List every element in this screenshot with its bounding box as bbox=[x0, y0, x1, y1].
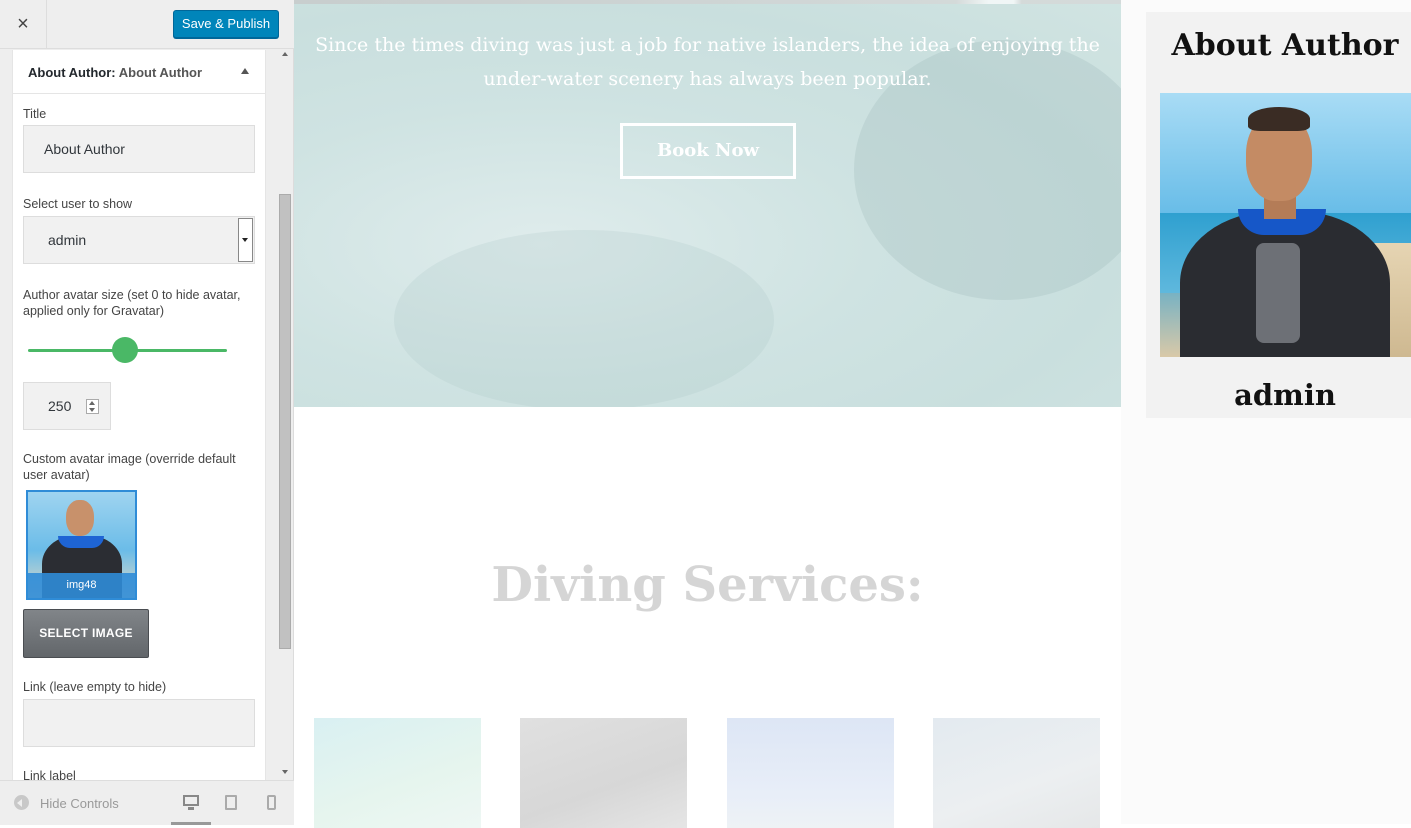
title-input[interactable]: About Author bbox=[23, 125, 255, 173]
close-button[interactable]: × bbox=[0, 0, 47, 48]
services-section: Diving Services: bbox=[294, 407, 1121, 828]
service-image[interactable] bbox=[727, 718, 894, 828]
custom-avatar-label: Custom avatar image (override default us… bbox=[23, 452, 236, 482]
scroll-down-icon[interactable] bbox=[282, 770, 288, 774]
service-image[interactable] bbox=[933, 718, 1100, 828]
book-now-button[interactable]: Book Now bbox=[620, 123, 796, 179]
close-icon: × bbox=[17, 12, 29, 35]
preview-sidebar: About Author admin bbox=[1121, 0, 1411, 824]
tablet-icon[interactable] bbox=[225, 795, 237, 810]
author-avatar bbox=[1160, 93, 1411, 357]
user-select[interactable]: admin bbox=[23, 216, 255, 264]
widget-header[interactable]: About Author: About Author bbox=[13, 50, 265, 94]
customizer-header: × Save & Publish bbox=[0, 0, 294, 49]
author-name: admin bbox=[1234, 378, 1336, 412]
hide-controls-icon[interactable] bbox=[14, 795, 29, 810]
custom-avatar-thumbnail[interactable]: img48 bbox=[26, 490, 137, 600]
collapse-caret-icon[interactable] bbox=[241, 68, 249, 74]
customizer-footer: Hide Controls bbox=[0, 780, 294, 825]
desktop-icon[interactable] bbox=[183, 795, 199, 810]
panel-scrollbar[interactable] bbox=[278, 44, 292, 780]
save-publish-button[interactable]: Save & Publish bbox=[173, 10, 279, 38]
mobile-icon[interactable] bbox=[267, 795, 276, 810]
link-label: Link (leave empty to hide) bbox=[23, 680, 167, 694]
service-image[interactable] bbox=[314, 718, 481, 828]
user-select-value: admin bbox=[48, 232, 87, 248]
hide-controls-button[interactable]: Hide Controls bbox=[40, 796, 119, 811]
widget-header-title: About Author: About Author bbox=[28, 65, 203, 80]
hero-text: Since the times diving was just a job fo… bbox=[315, 34, 1100, 90]
scroll-up-icon[interactable] bbox=[282, 52, 288, 56]
dropdown-arrow-icon[interactable] bbox=[238, 218, 253, 262]
link-input[interactable] bbox=[23, 699, 255, 747]
avatar-size-value: 250 bbox=[48, 398, 72, 414]
avatar-size-label: Author avatar size (set 0 to hide avatar… bbox=[23, 288, 241, 318]
title-label: Title bbox=[23, 107, 47, 121]
select-image-button[interactable]: SELECT IMAGE bbox=[23, 609, 149, 658]
about-author-widget: About Author admin bbox=[1146, 12, 1411, 418]
hero-section: Since the times diving was just a job fo… bbox=[294, 0, 1121, 407]
widget-title: About Author bbox=[1171, 28, 1399, 63]
user-select-label: Select user to show bbox=[23, 197, 133, 211]
service-image[interactable] bbox=[520, 718, 687, 828]
number-spinner-icon[interactable] bbox=[86, 399, 99, 414]
thumbnail-caption: img48 bbox=[28, 573, 135, 598]
link-label-label: Link label bbox=[23, 769, 76, 780]
widget-form: About Author: About Author Title About A… bbox=[12, 50, 266, 780]
customizer-panel: × Save & Publish About Author: About Aut… bbox=[0, 0, 294, 825]
services-title: Diving Services: bbox=[491, 557, 924, 613]
avatar-size-number-input[interactable]: 250 bbox=[23, 382, 111, 430]
avatar-size-slider-thumb[interactable] bbox=[112, 337, 138, 363]
scrollbar-thumb[interactable] bbox=[279, 194, 291, 649]
